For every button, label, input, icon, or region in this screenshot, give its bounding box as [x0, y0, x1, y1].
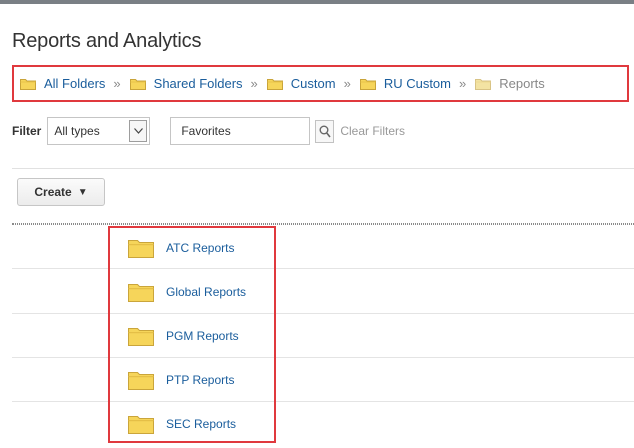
create-button-label: Create: [34, 185, 72, 199]
folder-icon: [359, 78, 376, 90]
breadcrumb-item-custom[interactable]: Custom: [266, 76, 336, 91]
folder-icon: [128, 416, 154, 434]
folder-label: PGM Reports: [166, 329, 239, 343]
folder-item-global-reports[interactable]: Global Reports: [128, 278, 246, 306]
folder-icon: [475, 78, 492, 90]
row-divider: [12, 268, 634, 269]
folder-icon: [266, 78, 283, 90]
row-divider: [12, 313, 634, 314]
row-divider: [12, 401, 634, 402]
folder-item-sec-reports[interactable]: SEC Reports: [128, 410, 236, 438]
folder-icon: [128, 328, 154, 346]
top-bar: [0, 0, 634, 4]
folder-item-atc-reports[interactable]: ATC Reports: [128, 234, 234, 262]
folder-icon: [128, 372, 154, 390]
type-select[interactable]: All types: [47, 117, 151, 145]
folder-item-ptp-reports[interactable]: PTP Reports: [128, 366, 234, 394]
dropdown-arrow-icon: ▼: [77, 186, 88, 198]
search-icon: [319, 125, 331, 137]
folder-icon: [128, 284, 154, 302]
breadcrumb-item-ru-custom[interactable]: RU Custom: [359, 76, 451, 91]
breadcrumb-label: Reports: [499, 76, 545, 91]
divider: [12, 223, 634, 225]
breadcrumb-separator: »: [113, 76, 121, 91]
row-divider: [12, 357, 634, 358]
breadcrumb-item-shared-folders[interactable]: Shared Folders: [129, 76, 243, 91]
breadcrumb-label: All Folders: [44, 76, 106, 91]
search-input-value: Favorites: [181, 124, 231, 138]
breadcrumb: All Folders » Shared Folders » Custom » …: [12, 65, 629, 102]
folder-label: Global Reports: [166, 285, 247, 299]
folder-label: PTP Reports: [166, 373, 235, 387]
breadcrumb-item-reports: Reports: [475, 76, 545, 91]
folder-icon: [128, 240, 154, 258]
chevron-down-icon[interactable]: [129, 120, 148, 142]
folder-icon: [129, 78, 146, 90]
filter-bar: Filter All types Favorites Clear Filters: [12, 116, 405, 146]
breadcrumb-label: RU Custom: [383, 76, 451, 91]
folder-label: ATC Reports: [166, 241, 235, 255]
filter-label: Filter: [12, 124, 42, 138]
search-button[interactable]: [315, 119, 335, 143]
breadcrumb-separator: »: [343, 76, 351, 91]
folder-label: SEC Reports: [166, 417, 237, 431]
create-button[interactable]: Create ▼: [17, 178, 105, 206]
type-select-value: All types: [54, 124, 100, 138]
page-title: Reports and Analytics: [12, 30, 202, 52]
breadcrumb-item-all-folders[interactable]: All Folders: [20, 76, 105, 91]
breadcrumb-separator: »: [459, 76, 467, 91]
folder-item-pgm-reports[interactable]: PGM Reports: [128, 322, 239, 350]
folder-icon: [20, 78, 36, 90]
breadcrumb-label: Shared Folders: [153, 76, 243, 91]
breadcrumb-separator: »: [250, 76, 258, 91]
search-input[interactable]: Favorites: [170, 117, 311, 145]
divider: [12, 168, 634, 169]
breadcrumb-label: Custom: [290, 76, 336, 91]
clear-filters-link[interactable]: Clear Filters: [340, 124, 405, 138]
